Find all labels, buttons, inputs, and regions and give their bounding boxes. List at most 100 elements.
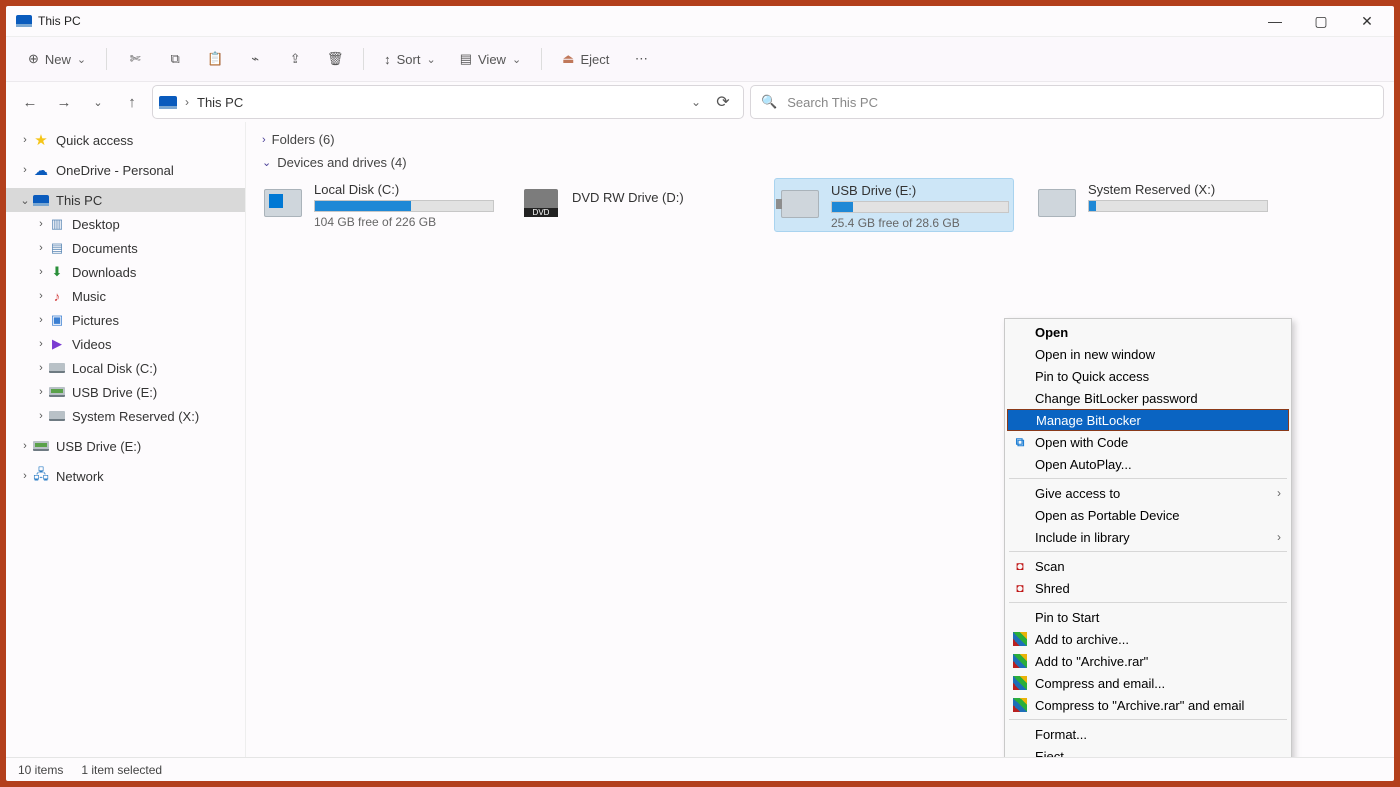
drive-local-disk[interactable]: Local Disk (C:) 104 GB free of 226 GB	[258, 178, 498, 232]
sidebar-item-downloads[interactable]: ›⬇Downloads	[6, 260, 245, 284]
ctx-pin-quick-access[interactable]: Pin to Quick access	[1005, 365, 1291, 387]
ctx-change-bitlocker[interactable]: Change BitLocker password	[1005, 387, 1291, 409]
ctx-compress-rar-email[interactable]: Compress to "Archive.rar" and email	[1005, 694, 1291, 716]
cut-button[interactable]: ✄	[117, 42, 153, 76]
ctx-shred[interactable]: ◘Shred	[1005, 577, 1291, 599]
drive-name: USB Drive (E:)	[831, 183, 1009, 198]
ctx-add-archive[interactable]: Add to archive...	[1005, 628, 1291, 650]
sidebar-item-music[interactable]: ›♪Music	[6, 284, 245, 308]
sort-button[interactable]: ↕Sort⌄	[374, 42, 446, 76]
sidebar-item-usb-drive[interactable]: ›USB Drive (E:)	[6, 380, 245, 404]
refresh-button[interactable]: ⟳	[709, 92, 737, 112]
chevron-right-icon: ›	[1277, 486, 1281, 500]
ctx-manage-bitlocker[interactable]: Manage BitLocker	[1007, 409, 1289, 431]
download-icon: ⬇	[48, 264, 66, 280]
sidebar-item-quick-access[interactable]: ›★Quick access	[6, 128, 245, 152]
copy-icon: ⧉	[170, 51, 179, 67]
usb-icon	[49, 387, 65, 397]
share-button[interactable]: ⇪	[277, 42, 313, 76]
ctx-open-autoplay[interactable]: Open AutoPlay...	[1005, 453, 1291, 475]
sidebar-item-onedrive[interactable]: ›☁OneDrive - Personal	[6, 158, 245, 182]
sort-icon: ↕	[384, 52, 391, 67]
sidebar-item-network[interactable]: ›🖧Network	[6, 464, 245, 488]
archive-icon	[1012, 675, 1028, 691]
window-title: This PC	[38, 14, 81, 28]
address-bar[interactable]: › This PC ⌄ ⟳	[152, 85, 744, 119]
drive-name: Local Disk (C:)	[314, 182, 494, 197]
delete-button[interactable]: 🗑	[317, 42, 353, 76]
shield-icon: ◘	[1012, 558, 1028, 574]
ctx-pin-start[interactable]: Pin to Start	[1005, 606, 1291, 628]
drive-name: System Reserved (X:)	[1088, 182, 1268, 197]
file-explorer-window: This PC — ▢ ✕ ⊕ New ⌄ ✄ ⧉ 📋 ⌁ ⇪ 🗑 ↕ Sort ⌄…	[6, 6, 1394, 781]
sidebar-item-desktop[interactable]: ›▥Desktop	[6, 212, 245, 236]
ctx-open-portable[interactable]: Open as Portable Device	[1005, 504, 1291, 526]
ctx-compress-email[interactable]: Compress and email...	[1005, 672, 1291, 694]
dvd-icon	[524, 189, 558, 217]
breadcrumb[interactable]: This PC	[197, 95, 243, 110]
paste-button[interactable]: 📋	[197, 42, 233, 76]
sidebar-item-this-pc[interactable]: ⌄This PC	[6, 188, 245, 212]
sidebar-item-videos[interactable]: ›▶Videos	[6, 332, 245, 356]
forward-button[interactable]: →	[50, 88, 78, 116]
search-input[interactable]: 🔍 Search This PC	[750, 85, 1384, 119]
copy-button[interactable]: ⧉	[157, 42, 193, 76]
view-button[interactable]: ▤View⌄	[450, 42, 531, 76]
maximize-button[interactable]: ▢	[1298, 6, 1344, 36]
star-icon: ★	[32, 132, 50, 148]
storage-bar	[314, 200, 494, 212]
shield-icon: ◘	[1012, 580, 1028, 596]
sort-label: Sort	[397, 52, 421, 67]
command-bar: ⊕ New ⌄ ✄ ⧉ 📋 ⌁ ⇪ 🗑 ↕Sort⌄ ▤View⌄ ⏏Eject…	[6, 36, 1394, 82]
sidebar-item-pictures[interactable]: ›▣Pictures	[6, 308, 245, 332]
ctx-include-library[interactable]: Include in library›	[1005, 526, 1291, 548]
ctx-open-new-window[interactable]: Open in new window	[1005, 343, 1291, 365]
eject-button[interactable]: ⏏Eject	[552, 42, 619, 76]
chevron-down-icon: ⌄	[262, 156, 271, 169]
ctx-add-archive-rar[interactable]: Add to "Archive.rar"	[1005, 650, 1291, 672]
more-button[interactable]: ⋯	[623, 42, 659, 76]
ctx-eject[interactable]: Eject	[1005, 745, 1291, 757]
drive-usb[interactable]: USB Drive (E:) 25.4 GB free of 28.6 GB	[774, 178, 1014, 232]
storage-bar	[1088, 200, 1268, 212]
sidebar-item-documents[interactable]: ›▤Documents	[6, 236, 245, 260]
pictures-icon: ▣	[48, 312, 66, 328]
rename-button[interactable]: ⌁	[237, 42, 273, 76]
context-menu: Open Open in new window Pin to Quick acc…	[1004, 318, 1292, 757]
new-button[interactable]: ⊕ New ⌄	[18, 42, 96, 76]
cloud-icon: ☁	[32, 162, 50, 178]
folders-section-header[interactable]: ›Folders (6)	[258, 128, 1382, 151]
usb-icon	[33, 441, 49, 451]
status-bar: 10 items 1 item selected	[6, 757, 1394, 781]
ctx-open[interactable]: Open	[1005, 321, 1291, 343]
drive-dvd[interactable]: DVD RW Drive (D:)	[516, 178, 756, 232]
recent-button[interactable]: ⌄	[84, 88, 112, 116]
disk-icon	[49, 411, 65, 421]
music-icon: ♪	[48, 288, 66, 304]
ctx-format[interactable]: Format...	[1005, 723, 1291, 745]
this-pc-icon	[159, 96, 177, 109]
disk-icon	[264, 189, 302, 217]
view-icon: ▤	[460, 51, 472, 67]
drive-system-reserved[interactable]: System Reserved (X:)	[1032, 178, 1272, 232]
ctx-give-access-to[interactable]: Give access to›	[1005, 482, 1291, 504]
more-icon: ⋯	[635, 51, 648, 67]
network-icon: 🖧	[32, 468, 50, 484]
eject-icon: ⏏	[562, 51, 574, 67]
ctx-scan[interactable]: ◘Scan	[1005, 555, 1291, 577]
trash-icon: 🗑	[327, 51, 344, 67]
chevron-down-icon[interactable]: ⌄	[691, 95, 701, 109]
up-button[interactable]: ↑	[118, 88, 146, 116]
minimize-button[interactable]: —	[1252, 6, 1298, 36]
sidebar-item-system-reserved[interactable]: ›System Reserved (X:)	[6, 404, 245, 428]
scissors-icon: ✄	[130, 51, 141, 67]
ctx-open-with-code[interactable]: ⧉Open with Code	[1005, 431, 1291, 453]
chevron-right-icon: ›	[185, 95, 189, 109]
sidebar-item-usb-root[interactable]: ›USB Drive (E:)	[6, 434, 245, 458]
close-button[interactable]: ✕	[1344, 6, 1390, 36]
drives-section-header[interactable]: ⌄Devices and drives (4)	[258, 151, 1382, 174]
back-button[interactable]: ←	[16, 88, 44, 116]
sidebar-item-local-disk[interactable]: ›Local Disk (C:)	[6, 356, 245, 380]
search-icon: 🔍	[761, 94, 777, 110]
titlebar: This PC — ▢ ✕	[6, 6, 1394, 36]
